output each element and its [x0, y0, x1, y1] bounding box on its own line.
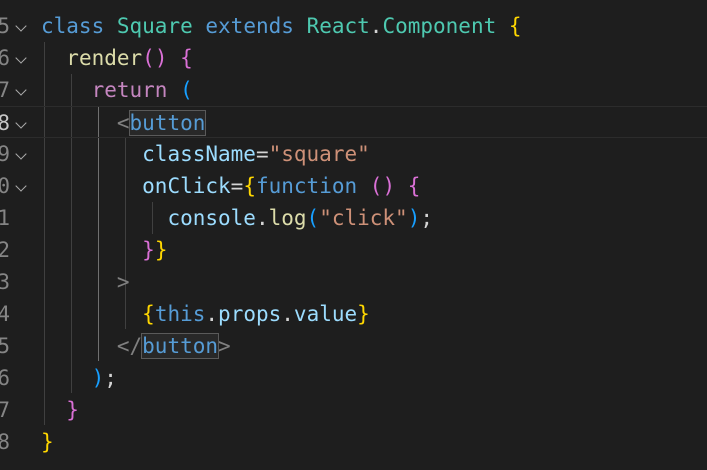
- token: =: [255, 142, 269, 166]
- fold-chevron-icon[interactable]: [15, 117, 27, 129]
- token: this: [154, 302, 206, 326]
- token: {: [243, 174, 256, 198]
- token: React: [306, 14, 370, 38]
- token: ): [407, 206, 421, 230]
- token: =: [230, 174, 244, 198]
- token: }: [154, 238, 168, 262]
- token: Component: [382, 14, 497, 38]
- line-number: 2: [0, 238, 10, 262]
- code-text: render() {: [41, 42, 193, 74]
- fold-chevron-icon[interactable]: [15, 20, 27, 32]
- code-line[interactable]: 6 render() {: [0, 42, 707, 74]
- token: {: [180, 46, 193, 70]
- code-line[interactable]: 6 );: [0, 362, 707, 394]
- code-line[interactable]: 1 console.log("click");: [0, 202, 707, 234]
- line-number: 9: [0, 142, 10, 166]
- token: onClick: [142, 174, 231, 198]
- line-number: 5: [0, 334, 10, 358]
- token: {: [142, 302, 155, 326]
- line-number: 7: [0, 398, 10, 422]
- token: ;: [104, 366, 117, 390]
- line-number: 8: [0, 111, 10, 135]
- token: (: [306, 206, 320, 230]
- token: function: [255, 174, 358, 198]
- code-text: class Square extends React.Component {: [41, 10, 522, 42]
- fold-chevron-icon[interactable]: [15, 52, 27, 64]
- token: log: [268, 206, 307, 230]
- token: {: [407, 174, 421, 198]
- fold-chevron-icon[interactable]: [15, 180, 27, 192]
- code-text: <button: [41, 107, 207, 139]
- line-number: 6: [0, 366, 10, 390]
- token: render: [66, 46, 143, 70]
- code-text: onClick={function () {: [41, 170, 420, 202]
- code-line[interactable]: 0 onClick={function () {: [0, 170, 707, 202]
- token: {: [508, 14, 522, 38]
- token: button: [141, 333, 220, 359]
- line-number: 5: [0, 14, 10, 38]
- line-number: 7: [0, 78, 10, 102]
- code-text: }: [41, 426, 54, 458]
- code-text: }: [41, 394, 79, 426]
- token: ;: [420, 206, 434, 230]
- token: }: [41, 430, 54, 454]
- token: ): [382, 174, 396, 198]
- code-line-current[interactable]: 8 <button: [0, 106, 707, 138]
- token: .: [369, 14, 383, 38]
- code-line[interactable]: 3 >: [0, 266, 707, 298]
- token: .: [205, 302, 219, 326]
- code-line[interactable]: 5 </button>: [0, 330, 707, 362]
- code-line[interactable]: 8 }: [0, 426, 707, 458]
- line-number: 4: [0, 302, 10, 326]
- token: ): [154, 46, 168, 70]
- code-editor[interactable]: 5 class Square extends React.Component {…: [0, 0, 707, 470]
- code-line[interactable]: 7 }: [0, 394, 707, 426]
- token: }: [357, 302, 370, 326]
- line-number: 3: [0, 270, 10, 294]
- token: <: [116, 111, 130, 135]
- fold-chevron-icon[interactable]: [15, 148, 27, 160]
- code-text: {this.props.value}: [41, 298, 370, 330]
- line-number: 6: [0, 46, 10, 70]
- code-text: className="square": [41, 138, 370, 170]
- fold-chevron-icon[interactable]: [15, 84, 27, 96]
- token: value: [293, 302, 358, 326]
- token: props: [218, 302, 282, 326]
- code-text: >: [41, 266, 130, 298]
- token: console: [167, 206, 256, 230]
- token: return: [91, 78, 168, 102]
- token: .: [281, 302, 294, 326]
- token: className: [142, 142, 256, 166]
- token: ): [91, 366, 105, 390]
- code-line[interactable]: 9 className="square": [0, 138, 707, 170]
- token: </: [116, 334, 143, 358]
- code-text: }}: [41, 234, 167, 266]
- token: class: [41, 14, 105, 38]
- code-text: return (: [41, 74, 193, 106]
- code-line[interactable]: 2 }}: [0, 234, 707, 266]
- code-text: console.log("click");: [41, 202, 433, 234]
- code-line[interactable]: 7 return (: [0, 74, 707, 106]
- token: .: [255, 206, 269, 230]
- line-number: 8: [0, 430, 10, 454]
- line-number: 0: [0, 174, 10, 198]
- code-line[interactable]: 4 {this.props.value}: [0, 298, 707, 330]
- token: "click": [319, 206, 408, 230]
- token: Square: [116, 14, 193, 38]
- token: >: [218, 334, 231, 358]
- token: extends: [205, 14, 294, 38]
- token: (: [369, 174, 383, 198]
- token: }: [142, 238, 155, 262]
- token: (: [142, 46, 155, 70]
- code-text: </button>: [41, 330, 231, 362]
- code-text: );: [41, 362, 117, 394]
- token: "square": [268, 142, 370, 166]
- line-number: 1: [0, 206, 10, 230]
- token: }: [66, 398, 79, 422]
- token: >: [116, 270, 130, 294]
- token: button: [128, 110, 207, 136]
- code-line[interactable]: 5 class Square extends React.Component {: [0, 10, 707, 42]
- token: (: [180, 78, 193, 102]
